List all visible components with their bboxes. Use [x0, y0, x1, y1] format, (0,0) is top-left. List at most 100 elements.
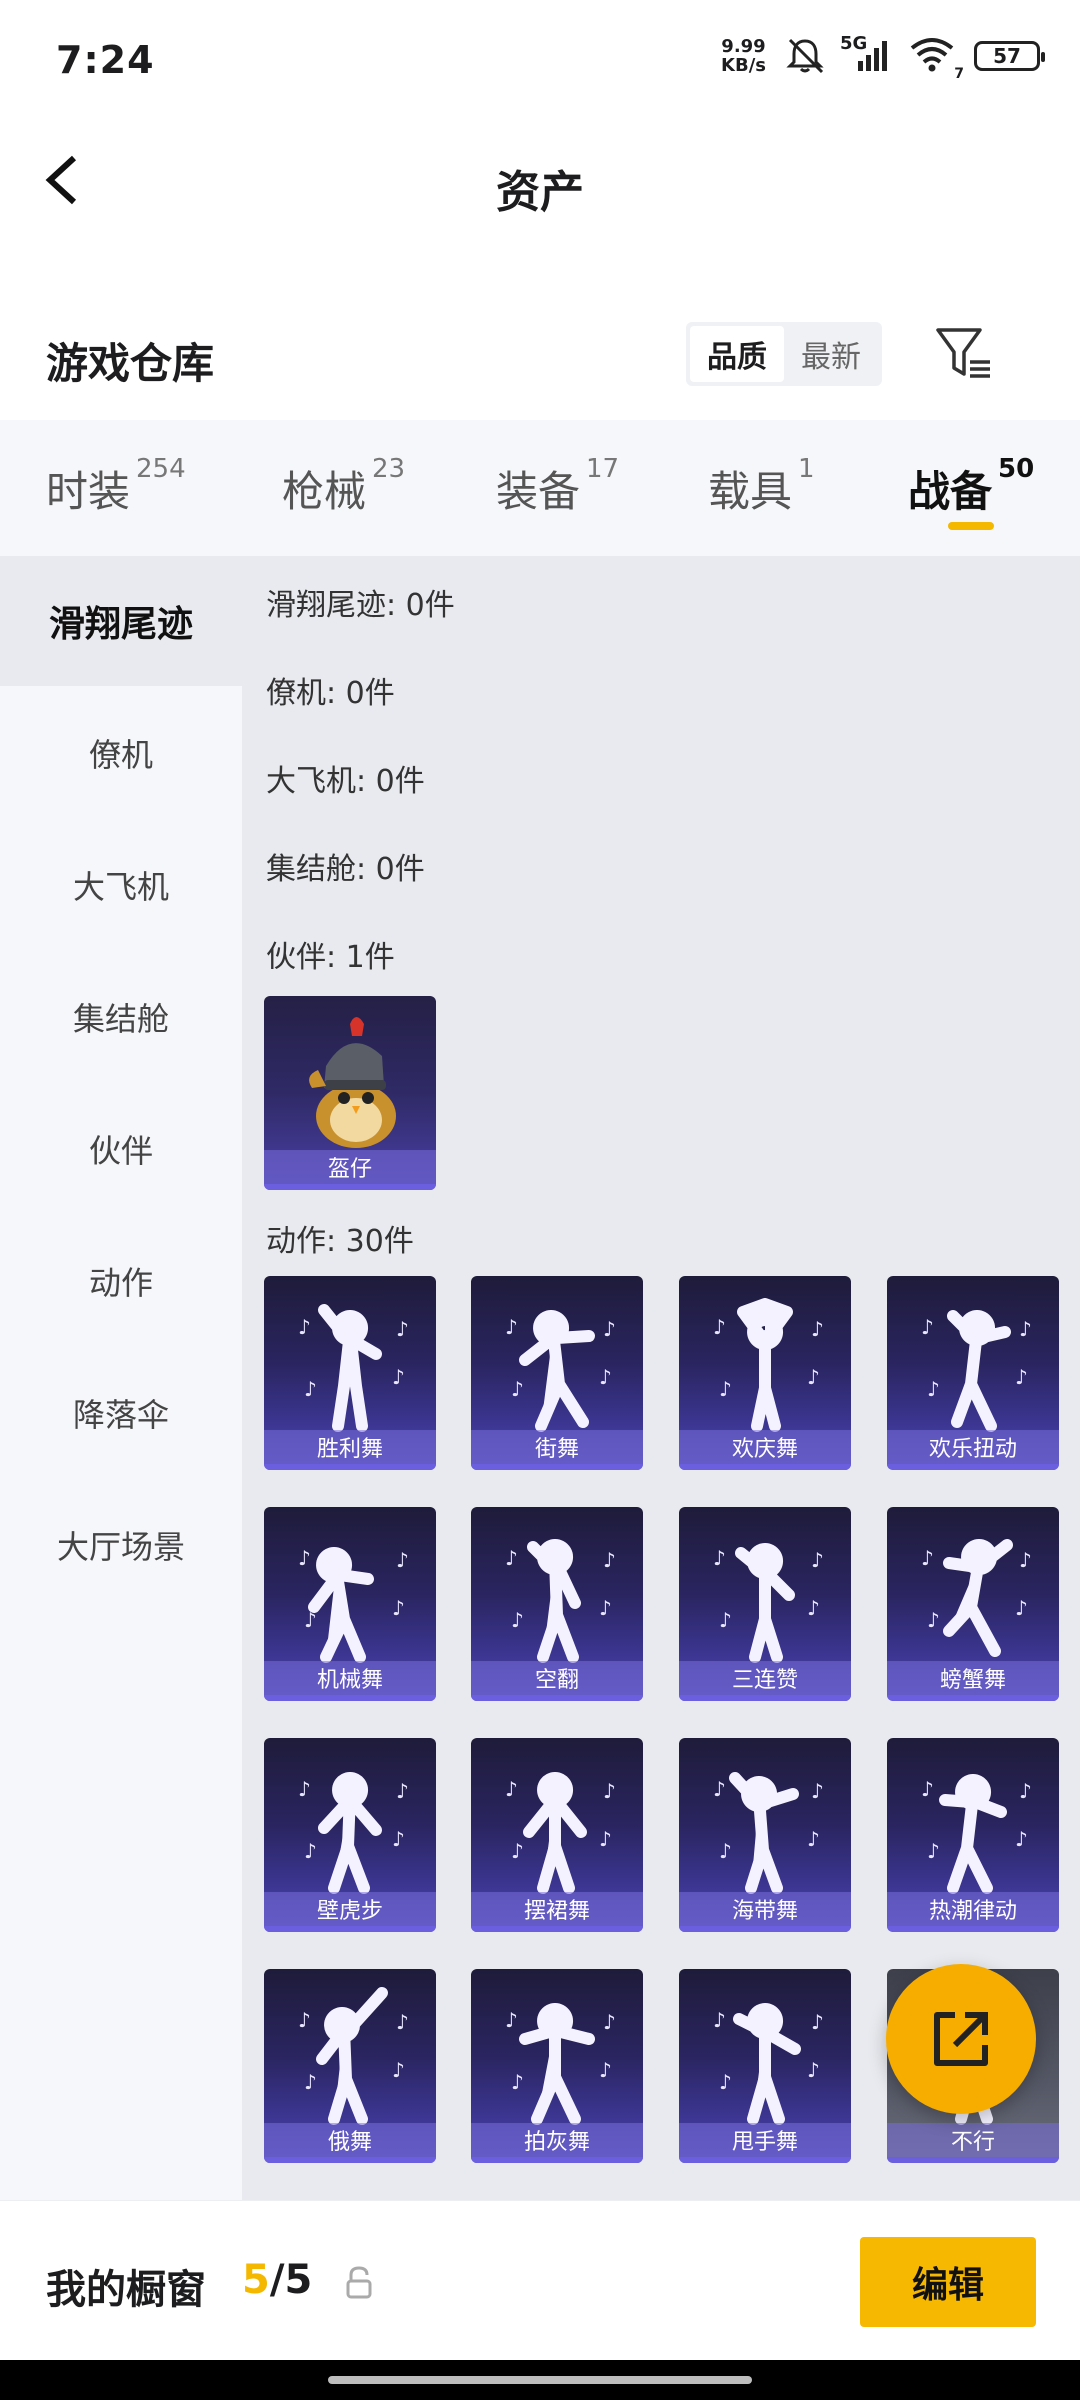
- emote-card-label: 街舞: [471, 1430, 643, 1464]
- status-bar: 7:24 9.99 KB/s 5G 7 57: [0, 0, 1080, 120]
- music-note-icon: ♪: [511, 1608, 524, 1632]
- emote-card[interactable]: ♪ ♪ ♪ ♪ 胜利舞: [264, 1276, 436, 1470]
- category-tabs: 时装 254 枪械 23 装备 17 载具 1 战备 50: [0, 420, 1080, 556]
- emote-card[interactable]: ♪ ♪ ♪ ♪ 欢乐扭动: [887, 1276, 1059, 1470]
- dancer-silhouette-icon: ♪ ♪ ♪ ♪: [298, 1304, 409, 1432]
- card-bottom-line: [471, 1695, 643, 1701]
- home-indicator[interactable]: [328, 2376, 752, 2384]
- music-note-icon: ♪: [719, 1377, 732, 1401]
- dancer-silhouette-icon: ♪ ♪ ♪ ♪: [713, 1543, 824, 1663]
- bottom-bar: 我的橱窗 5/5 编辑: [0, 2200, 1080, 2360]
- emote-card[interactable]: ♪ ♪ ♪ ♪ 甩手舞: [679, 1969, 851, 2163]
- dancer-silhouette-icon: ♪ ♪ ♪ ♪: [921, 1539, 1032, 1657]
- emote-card[interactable]: ♪ ♪ ♪ ♪ 摆裙舞: [471, 1738, 643, 1932]
- tab-vehicles[interactable]: 载具 1: [708, 454, 815, 519]
- emote-card-label: 摆裙舞: [471, 1892, 643, 1926]
- mute-bell-icon: [786, 38, 824, 74]
- emote-card[interactable]: ♪ ♪ ♪ ♪ 空翻: [471, 1507, 643, 1701]
- music-note-icon: ♪: [505, 1315, 518, 1339]
- share-fab[interactable]: [886, 1964, 1036, 2114]
- sort-newest[interactable]: 最新: [784, 326, 878, 382]
- music-note-icon: ♪: [603, 2010, 616, 2034]
- card-bottom-line: [887, 1695, 1059, 1701]
- card-bottom-line: [471, 1926, 643, 1932]
- emote-card[interactable]: ♪ ♪ ♪ ♪ 街舞: [471, 1276, 643, 1470]
- sort-toggle: 品质 最新: [686, 322, 882, 386]
- emote-card-label: 螃蟹舞: [887, 1661, 1059, 1695]
- filter-button[interactable]: [934, 324, 994, 384]
- tab-combat-prep[interactable]: 战备 50: [908, 454, 1034, 519]
- emote-card[interactable]: ♪ ♪ ♪ ♪ 螃蟹舞: [887, 1507, 1059, 1701]
- emote-card[interactable]: ♪ ♪ ♪ ♪ 壁虎步: [264, 1738, 436, 1932]
- music-note-icon: ♪: [304, 1377, 317, 1401]
- music-note-icon: ♪: [599, 1596, 612, 1620]
- music-note-icon: ♪: [927, 1608, 940, 1632]
- music-note-icon: ♪: [392, 1827, 405, 1851]
- sidebar-item-emote[interactable]: 动作: [0, 1216, 242, 1346]
- emote-card-label: 不行: [887, 2123, 1059, 2157]
- battery-indicator: 57: [974, 41, 1045, 71]
- music-note-icon: ♪: [396, 1779, 409, 1803]
- music-note-icon: ♪: [298, 2008, 311, 2032]
- showcase-title: 我的橱窗: [46, 2267, 206, 2313]
- sidebar-item-rally-pod[interactable]: 集结舱: [0, 952, 242, 1082]
- warehouse-header: 游戏仓库 品质 最新: [0, 300, 1080, 420]
- cellular: 5G: [840, 33, 890, 73]
- sidebar-item-glide-trail[interactable]: 滑翔尾迹: [0, 556, 242, 686]
- music-note-icon: ♪: [927, 1377, 940, 1401]
- music-note-icon: ♪: [1019, 1548, 1032, 1572]
- sort-quality[interactable]: 品质: [690, 326, 784, 382]
- dancer-silhouette-icon: ♪ ♪ ♪ ♪: [505, 1539, 616, 1663]
- music-note-icon: ♪: [396, 1317, 409, 1341]
- emote-card-label: 俄舞: [264, 2123, 436, 2157]
- dancer-silhouette-icon: ♪ ♪ ♪ ♪: [921, 1774, 1032, 1894]
- emote-card[interactable]: ♪ ♪ ♪ ♪ 海带舞: [679, 1738, 851, 1932]
- music-note-icon: ♪: [603, 1548, 616, 1572]
- tab-firearms[interactable]: 枪械 23: [282, 454, 405, 519]
- music-note-icon: ♪: [511, 2070, 524, 2094]
- dancer-silhouette-icon: ♪ ♪ ♪ ♪: [713, 2003, 824, 2125]
- emote-card[interactable]: ♪ ♪ ♪ ♪ 欢庆舞: [679, 1276, 851, 1470]
- music-note-icon: ♪: [396, 2010, 409, 2034]
- dancer-silhouette-icon: ♪ ♪ ♪ ♪: [298, 1546, 409, 1663]
- lock-icon: [346, 2266, 372, 2299]
- music-note-icon: ♪: [807, 2058, 820, 2082]
- card-bottom-line: [471, 1464, 643, 1470]
- music-note-icon: ♪: [1015, 1365, 1028, 1389]
- music-note-icon: ♪: [396, 1548, 409, 1572]
- emote-card[interactable]: ♪ ♪ ♪ ♪ 机械舞: [264, 1507, 436, 1701]
- emote-card[interactable]: ♪ ♪ ♪ ♪ 三连赞: [679, 1507, 851, 1701]
- sidebar-item-wingman[interactable]: 僚机: [0, 688, 242, 818]
- emote-card-label: 热潮律动: [887, 1892, 1059, 1926]
- emote-card[interactable]: ♪ ♪ ♪ ♪ 热潮律动: [887, 1738, 1059, 1932]
- emote-card-label: 机械舞: [264, 1661, 436, 1695]
- emote-card[interactable]: ♪ ♪ ♪ ♪ 俄舞: [264, 1969, 436, 2163]
- sidebar-item-partner[interactable]: 伙伴: [0, 1084, 242, 1214]
- dancer-silhouette-icon: ♪ ♪ ♪ ♪: [713, 1298, 824, 1432]
- card-bottom-line: [471, 2157, 643, 2163]
- emote-card-label: 甩手舞: [679, 2123, 851, 2157]
- card-bottom-line: [264, 1926, 436, 1932]
- music-note-icon: ♪: [713, 1546, 726, 1570]
- music-note-icon: ♪: [392, 1596, 405, 1620]
- dancer-silhouette-icon: ♪ ♪ ♪ ♪: [713, 1772, 824, 1894]
- edit-button[interactable]: 编辑: [860, 2237, 1036, 2327]
- sidebar-item-parachute[interactable]: 降落伞: [0, 1348, 242, 1478]
- wifi-icon: [910, 38, 954, 72]
- partner-card[interactable]: 盔仔: [264, 996, 436, 1190]
- sidebar-item-big-plane[interactable]: 大飞机: [0, 820, 242, 950]
- tab-equipment[interactable]: 装备 17: [496, 454, 619, 519]
- sidebar-item-lobby-scene[interactable]: 大厅场景: [0, 1480, 242, 1610]
- music-note-icon: ♪: [807, 1365, 820, 1389]
- music-note-icon: ♪: [1019, 1779, 1032, 1803]
- music-note-icon: ♪: [298, 1315, 311, 1339]
- music-note-icon: ♪: [511, 1839, 524, 1863]
- card-bottom-line: [679, 1464, 851, 1470]
- music-note-icon: ♪: [811, 1317, 824, 1341]
- music-note-icon: ♪: [927, 1839, 940, 1863]
- tab-fashion[interactable]: 时装 254: [46, 454, 186, 519]
- dancer-silhouette-icon: ♪ ♪ ♪ ♪: [505, 1772, 616, 1894]
- card-bottom-line: [679, 2157, 851, 2163]
- emote-card[interactable]: ♪ ♪ ♪ ♪ 拍灰舞: [471, 1969, 643, 2163]
- music-note-icon: ♪: [599, 1365, 612, 1389]
